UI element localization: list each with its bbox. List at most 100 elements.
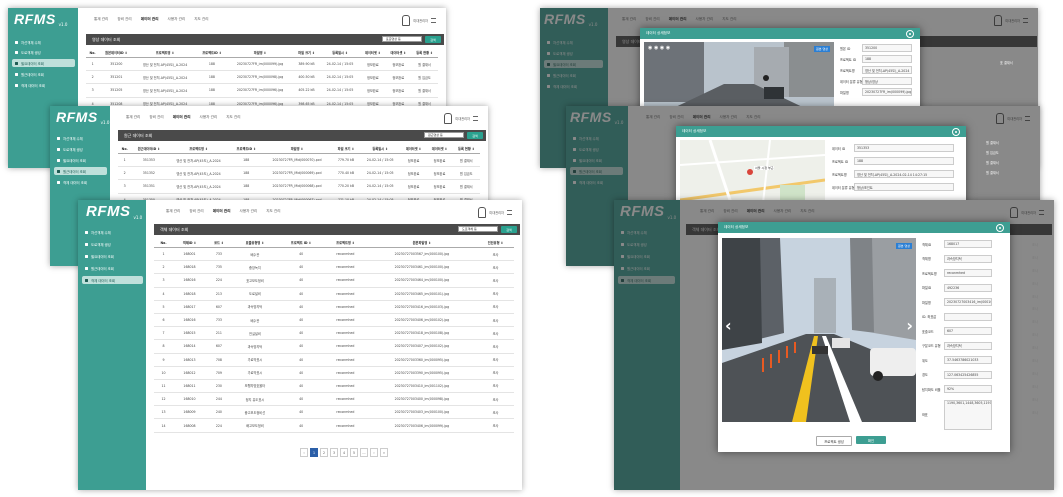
column-header[interactable]: 진단유형 ↕ xyxy=(477,238,514,248)
page-button[interactable]: 2 xyxy=(320,448,328,457)
sidebar-item-image[interactable]: 필요데이터 조회 xyxy=(12,59,75,67)
column-header[interactable]: 원본파일명 ↕ xyxy=(366,238,478,248)
side-button[interactable]: 원 입금도 xyxy=(986,150,999,155)
table-row[interactable]: 7 168015 211 전실설비 40 reconmhed 20230727003418_… xyxy=(154,326,514,341)
confirm-button[interactable]: 확인 xyxy=(856,436,886,444)
side-button[interactable]: 원 결재서 xyxy=(986,140,999,145)
nav-stats[interactable]: 통계 관리 xyxy=(94,17,108,22)
nav-device[interactable]: 장비 관리 xyxy=(189,209,203,214)
table-row[interactable]: 6 168016 733 배수관 40 reconmhed 20230727003406_i… xyxy=(154,313,514,328)
nav-device[interactable]: 장비 관리 xyxy=(149,115,163,120)
sidebar-item-image[interactable]: 필요데이터 조회 xyxy=(54,156,107,164)
column-header[interactable]: 프로젝트명 ↕ xyxy=(166,144,231,154)
nav-map[interactable]: 지도 관리 xyxy=(226,115,240,120)
sidebar-item-image[interactable]: 필요데이터 조회 xyxy=(82,252,143,260)
page-button[interactable]: 1 xyxy=(310,448,318,457)
page-button[interactable]: 3 xyxy=(330,448,338,457)
sidebar-item-road[interactable]: 도로객체 생성 xyxy=(82,240,143,248)
page-button[interactable]: › xyxy=(370,448,378,457)
column-header[interactable]: 프로젝트ID ↕ xyxy=(196,48,228,58)
nav-map[interactable]: 지도 관리 xyxy=(266,209,280,214)
table-row[interactable]: 13 168009 240 중고보도정비선 40 reconmhed 20230727003… xyxy=(154,405,514,420)
table-row[interactable]: 2 351352 영산 및 전처-AP(45도)_A-2024 188 20230727… xyxy=(118,166,480,181)
sidebar-item-object[interactable]: 객체 데이터 조회 xyxy=(82,276,143,284)
column-header[interactable]: 등록 현황 ↕ xyxy=(452,144,480,154)
play-icon[interactable]: ◉ ◉ ◉ ◉ xyxy=(648,45,670,51)
nav-stats[interactable]: 통계 관리 xyxy=(126,115,140,120)
column-header[interactable]: 데이터셋 ↕ xyxy=(385,48,412,58)
nav-device[interactable]: 장비 관리 xyxy=(117,17,131,22)
sidebar-item-pointcloud[interactable]: 원근데이터 조회 xyxy=(82,264,143,272)
nav-user[interactable]: 사용자 관리 xyxy=(168,17,186,22)
table-row[interactable]: 1 168001 733 배수관 40 reconmhed 20230727003567_i… xyxy=(154,247,514,262)
column-header[interactable]: 데이터셋 ↕ xyxy=(426,144,453,154)
sidebar-item-lane[interactable]: 차선객체 수체 xyxy=(54,134,107,142)
menu-icon[interactable] xyxy=(473,116,478,121)
table-row[interactable]: 14 168008 224 배고보도정비 40 reconmhed 202307270034… xyxy=(154,418,514,433)
nav-data[interactable]: 데이터 관리 xyxy=(141,17,159,22)
table-row[interactable]: 12 168010 244 정지 유도표시 40 reconmhed 20230727003… xyxy=(154,392,514,407)
user-menu[interactable]: 미대관리자 xyxy=(478,207,512,218)
table-row[interactable]: 5 168017 607 과속방지턱 40 reconmhed 20230727003416… xyxy=(154,300,514,314)
table-row[interactable]: 4 168018 213 도로설비 40 reconmhed 20230727003465_… xyxy=(154,287,514,301)
page-button[interactable]: » xyxy=(380,448,388,457)
nav-user[interactable]: 사용자 관리 xyxy=(200,115,218,120)
table-row[interactable]: 2 351201 영산 및 전처-AP(45도)_A-2024 188 20230727… xyxy=(86,70,438,85)
nav-map[interactable]: 지도 관리 xyxy=(194,17,208,22)
column-header[interactable]: 파일 크기 ↕ xyxy=(332,144,360,154)
user-menu[interactable]: 미대관리자 xyxy=(444,113,478,124)
menu-icon[interactable] xyxy=(431,18,436,23)
table-row[interactable]: 1 351200 영산 및 전처-AP(45도)_A-2024 188 20230727… xyxy=(86,57,438,72)
column-header[interactable]: 프로젝트명 ↕ xyxy=(133,48,197,58)
table-row[interactable]: 10 168012 709 가로막표시 40 reconmhed 2023072700339… xyxy=(154,366,514,380)
nav-data[interactable]: 데이터 관리 xyxy=(213,209,231,214)
table-row[interactable]: 1 351353 영산 및 전처-AP(45도)_A-2024 188 20230727… xyxy=(118,153,480,168)
column-header[interactable]: 데이터셋 ↕ xyxy=(360,48,386,58)
column-header[interactable]: 원본데이터ID ↕ xyxy=(99,48,134,58)
column-header[interactable]: 프로젝트ID ↕ xyxy=(230,144,262,154)
menu-icon[interactable] xyxy=(507,210,512,215)
column-header[interactable]: 파일명 ↕ xyxy=(261,144,333,154)
sidebar-item-pointcloud[interactable]: 원근데이터 조회 xyxy=(12,70,75,78)
table-row[interactable]: 3 351351 영산 및 전처-AP(45도)_A-2024 188 20230727… xyxy=(118,179,480,194)
search-button[interactable]: 검색 xyxy=(425,36,441,43)
search-button[interactable]: 검색 xyxy=(467,132,483,139)
side-button[interactable]: 원 결재서 xyxy=(986,170,999,175)
table-row[interactable]: 2 168018 735 중앙녹지 40 reconmhed 20230727003461_… xyxy=(154,260,514,275)
column-header[interactable]: 표출유형명 ↕ xyxy=(231,238,279,248)
side-button[interactable]: 표 결재서 xyxy=(1000,60,1013,65)
table-row[interactable]: 3 168016 224 표고보도정비 40 reconmhed 2023072700346… xyxy=(154,273,514,288)
column-header[interactable]: 등록 현황 ↕ xyxy=(411,48,438,58)
side-button[interactable]: 원 결재서 xyxy=(986,160,999,165)
settings-icon[interactable] xyxy=(906,30,914,38)
sidebar-item-object[interactable]: 객체 데이터 조회 xyxy=(12,81,75,89)
column-header[interactable]: 프로젝트 ID ↕ xyxy=(278,238,325,248)
column-header[interactable]: No. xyxy=(118,144,132,154)
page-button[interactable]: … xyxy=(360,448,368,457)
settings-icon[interactable] xyxy=(996,224,1004,232)
page-button[interactable]: 5 xyxy=(350,448,358,457)
column-header[interactable]: 파일명 ↕ xyxy=(227,48,293,58)
page-button[interactable]: ‹ xyxy=(300,448,308,457)
filter-select[interactable]: 도로객체 등 xyxy=(458,226,498,232)
table-row[interactable]: 11 168011 230 보행자방호울타 40 reconmhed 20230727003… xyxy=(154,379,514,394)
nav-data[interactable]: 데이터 관리 xyxy=(173,115,191,120)
sidebar-item-lane[interactable]: 차선객체 수체 xyxy=(82,228,143,236)
sidebar-item-lane[interactable]: 차선객체 수체 xyxy=(12,38,75,46)
filter-select[interactable]: 표준영상 등 xyxy=(382,36,422,42)
page-button[interactable]: 4 xyxy=(340,448,348,457)
sidebar-item-road[interactable]: 도로객체 생성 xyxy=(54,145,107,153)
column-header[interactable]: 프로젝트명 ↕ xyxy=(324,238,367,248)
column-header[interactable]: No. xyxy=(86,48,100,58)
table-row[interactable]: 8 168014 607 과속방지턱 40 reconmhed 20230727003407… xyxy=(154,339,514,354)
search-button[interactable]: 검색 xyxy=(501,226,517,233)
nav-user[interactable]: 사용자 관리 xyxy=(240,209,258,214)
table-row[interactable]: 9 168013 708 가로막표시 40 reconmhed 20230727003360… xyxy=(154,353,514,367)
create-project-button[interactable]: 프로젝트 생성 xyxy=(816,436,852,446)
column-header[interactable]: 원근데이터ID ↕ xyxy=(131,144,167,154)
table-row[interactable]: 3 351205 영산 및 전처-AP(45도)_A-2024 188 20230727… xyxy=(86,83,438,98)
column-header[interactable]: 코드 ↕ xyxy=(206,238,232,248)
sidebar-item-road[interactable]: 도로객체 생성 xyxy=(12,48,75,56)
next-image-icon[interactable]: › xyxy=(906,316,913,335)
settings-icon[interactable] xyxy=(952,128,960,136)
